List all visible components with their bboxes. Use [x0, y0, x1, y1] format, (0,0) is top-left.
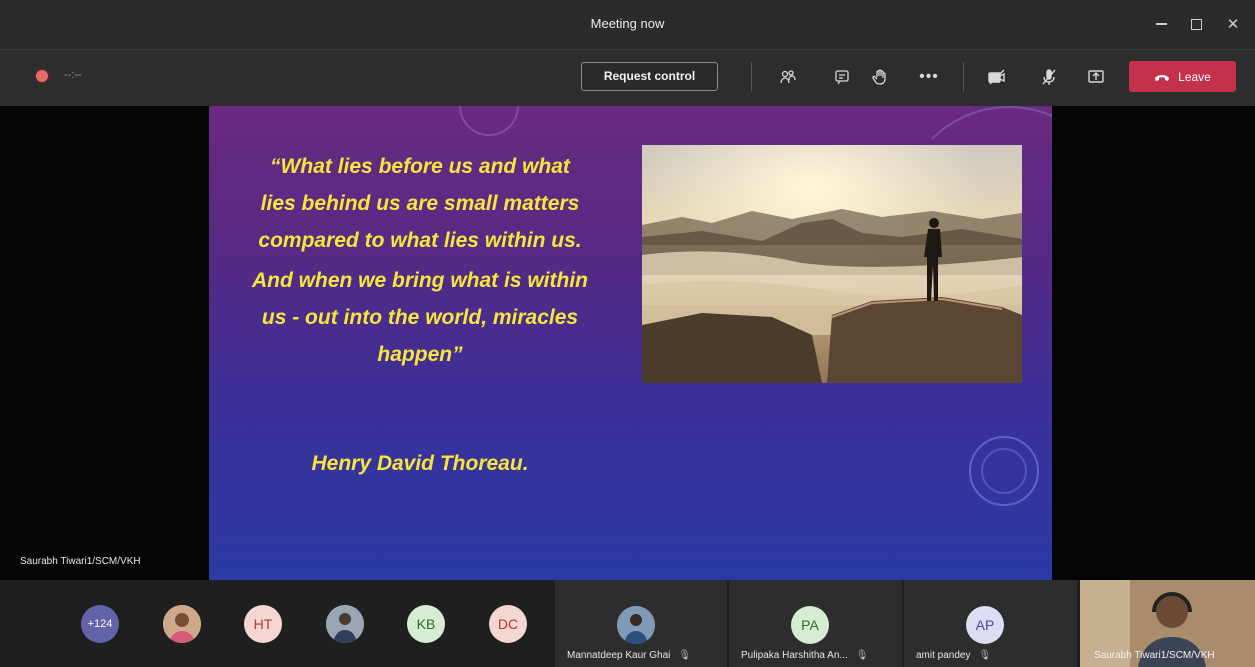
minimize-icon	[1155, 23, 1167, 25]
participant-name: Mannatdeep Kaur Ghai	[567, 650, 671, 661]
person-photo-icon	[163, 605, 201, 643]
title-bar: Meeting now	[0, 0, 1255, 50]
mic-off-icon: 🎙	[855, 650, 869, 661]
quote-line: “What lies before us and what	[270, 155, 570, 178]
slide-quote: “What lies before us and what lies behin…	[212, 148, 628, 373]
recording-timer: --:--	[64, 69, 82, 81]
toolbar-divider	[963, 62, 964, 92]
quote-line: compared to what lies within us.	[258, 229, 582, 252]
participant-avatar	[617, 606, 655, 644]
participants-button[interactable]	[775, 64, 801, 90]
leave-label: Leave	[1178, 69, 1211, 84]
more-options-button[interactable]: •••	[916, 64, 942, 90]
participant-avatar[interactable]: DC	[489, 605, 527, 643]
participant-tile[interactable]: PA Pulipaka Harshitha An... 🎙	[729, 580, 902, 667]
hand-icon	[872, 69, 886, 85]
mic-off-icon: 🎙	[978, 650, 992, 661]
share-icon	[1088, 70, 1104, 83]
quote-line: us - out into the world, miracles	[261, 306, 579, 329]
window-title: Meeting now	[590, 16, 665, 31]
participant-name-row: amit pandey 🎙	[916, 650, 991, 661]
quote-author: Henry David Thoreau.	[311, 452, 529, 475]
quote-line: lies behind us are small matters	[260, 192, 580, 215]
camera-off-icon	[988, 69, 1005, 85]
quote-line: And when we bring what is within	[252, 269, 588, 292]
toolbar-divider	[751, 62, 752, 92]
participant-avatar[interactable]: HT	[244, 605, 282, 643]
participant-avatar[interactable]: KB	[407, 605, 445, 643]
participant-name: amit pandey	[916, 650, 971, 661]
raise-hand-button[interactable]	[867, 64, 893, 90]
participant-name-row: Pulipaka Harshitha An... 🎙	[741, 650, 868, 661]
participant-name-row: Mannatdeep Kaur Ghai 🎙	[567, 650, 691, 661]
landscape-illustration	[642, 145, 1022, 383]
more-participants-button[interactable]: +124	[81, 605, 119, 643]
self-name: Saurabh Tiwari1/SCM/VKH	[1094, 650, 1215, 661]
maximize-icon	[1190, 18, 1202, 30]
mic-off-icon	[1042, 69, 1056, 85]
participant-avatar[interactable]	[163, 605, 201, 643]
decorative-ring	[459, 106, 519, 136]
participant-name: Pulipaka Harshitha An...	[741, 650, 848, 661]
presenter-name: Saurabh Tiwari1/SCM/VKH	[20, 556, 141, 567]
participant-tile[interactable]: Mannatdeep Kaur Ghai 🎙	[555, 580, 727, 667]
decorative-ring	[981, 448, 1027, 494]
recording-icon	[36, 70, 48, 82]
ellipsis-icon: •••	[919, 68, 939, 85]
close-button[interactable]: ✕	[1218, 10, 1248, 38]
close-icon: ✕	[1226, 16, 1240, 33]
person-photo-icon	[326, 605, 364, 643]
maximize-button[interactable]	[1181, 10, 1211, 38]
mic-toggle-button[interactable]	[1036, 64, 1062, 90]
chat-icon	[835, 70, 849, 85]
camera-toggle-button[interactable]	[984, 64, 1010, 90]
leave-button[interactable]: Leave	[1129, 61, 1236, 92]
share-screen-button[interactable]	[1083, 64, 1109, 90]
quote-line: happen”	[377, 343, 463, 366]
mic-off-icon: 🎙	[678, 650, 692, 661]
minimize-button[interactable]	[1146, 10, 1176, 38]
phone-hangup-icon	[1155, 74, 1170, 81]
participant-avatar: PA	[791, 606, 829, 644]
people-icon	[780, 70, 796, 84]
self-video-tile[interactable]: Saurabh Tiwari1/SCM/VKH	[1080, 580, 1255, 667]
slide-landscape-image	[642, 145, 1022, 383]
person-photo-icon	[617, 606, 655, 644]
participant-avatar[interactable]	[326, 605, 364, 643]
participant-avatar: AP	[966, 606, 1004, 644]
request-control-button[interactable]: Request control	[581, 62, 718, 91]
chat-button[interactable]	[829, 64, 855, 90]
participant-tile[interactable]: AP amit pandey 🎙	[904, 580, 1077, 667]
